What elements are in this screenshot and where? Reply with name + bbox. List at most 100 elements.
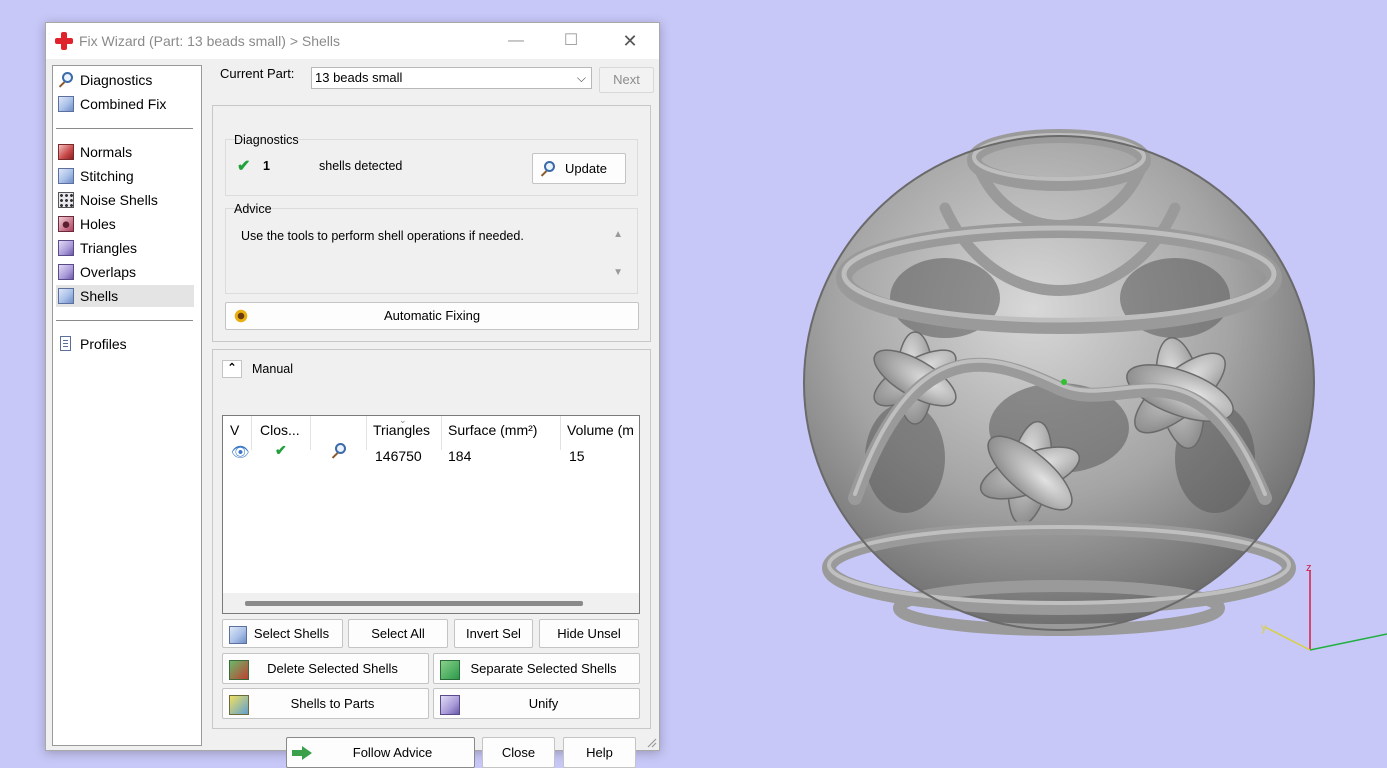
fix-wizard-window: Fix Wizard (Part: 13 beads small) > Shel…	[45, 22, 660, 768]
next-button[interactable]: Next	[599, 67, 654, 93]
stitching-cube-icon	[58, 168, 74, 184]
col-visible[interactable]: V	[230, 422, 239, 438]
delete-selected-shells-button[interactable]: Delete Selected Shells	[222, 653, 429, 684]
row-volume: 15	[569, 448, 585, 464]
delete-selected-label: Delete Selected Shells	[267, 661, 398, 676]
automatic-fixing-button[interactable]: Automatic Fixing	[225, 302, 639, 330]
col-volume[interactable]: Volume (m	[567, 422, 634, 438]
shells-cube-icon	[58, 288, 74, 304]
cube-icon	[58, 96, 74, 112]
unify-label: Unify	[528, 696, 559, 711]
unify-button[interactable]: Unify	[433, 688, 640, 719]
update-label: Update	[565, 161, 607, 176]
nav-label-holes: Holes	[80, 216, 116, 232]
triangles-cube-icon	[58, 240, 74, 256]
advice-title: Advice	[234, 202, 272, 216]
scrollbar-thumb[interactable]	[245, 601, 583, 606]
holes-cube-icon	[58, 216, 74, 232]
unify-cube-icon	[440, 694, 460, 715]
nav-item-triangles[interactable]: Triangles	[56, 237, 194, 259]
row-triangles: 146750	[375, 448, 422, 464]
separate-selected-shells-button[interactable]: Separate Selected Shells	[433, 653, 640, 684]
nav-label-profiles: Profiles	[80, 336, 127, 352]
axis-triad: z y	[1255, 560, 1387, 660]
chevron-down-icon: ⌵	[576, 71, 586, 85]
current-part-select[interactable]: 13 beads small ⌵	[311, 67, 592, 89]
nav-item-overlaps[interactable]: Overlaps	[56, 261, 194, 283]
manual-title: Manual	[252, 362, 293, 376]
select-shells-label: Select Shells	[253, 626, 330, 641]
resize-grip-icon[interactable]	[645, 736, 657, 748]
horizontal-scrollbar[interactable]	[223, 593, 639, 613]
axis-z-label: z	[1306, 562, 1312, 574]
nav-divider	[56, 320, 193, 321]
nav-label-triangles: Triangles	[80, 240, 138, 256]
nav-label-overlaps: Overlaps	[80, 264, 137, 280]
current-part-value: 13 beads small	[315, 70, 403, 85]
magnifier-icon	[58, 72, 74, 88]
advice-text: Use the tools to perform shell operation…	[241, 229, 524, 243]
separate-icon	[440, 659, 460, 680]
follow-advice-button[interactable]: Follow Advice	[286, 737, 475, 768]
close-button[interactable]: Close	[482, 737, 555, 768]
shells-to-parts-icon	[229, 694, 249, 715]
eye-icon[interactable]: 👁	[231, 443, 250, 461]
nav-label-combined-fix: Combined Fix	[80, 96, 167, 112]
row-surface: 184	[448, 448, 472, 464]
overlaps-cube-icon	[58, 264, 74, 280]
shells-to-parts-button[interactable]: Shells to Parts	[222, 688, 429, 719]
bead-3d-model[interactable]	[795, 128, 1323, 638]
shells-detected-text: shells detected	[319, 159, 403, 173]
nav-item-normals[interactable]: Normals	[56, 141, 194, 163]
nav-item-diagnostics[interactable]: Diagnostics	[56, 69, 194, 91]
advice-box: Advice Use the tools to perform shell op…	[225, 202, 638, 294]
sort-chevron-icon: ⌄	[399, 415, 407, 425]
maximize-button[interactable]: ☐	[552, 27, 590, 55]
scroll-up-icon[interactable]: ▲	[613, 229, 623, 240]
nav-label-noise-shells: Noise Shells	[80, 192, 158, 208]
shells-to-parts-label: Shells to Parts	[290, 696, 375, 711]
hide-unsel-button[interactable]: Hide Unsel	[539, 619, 639, 648]
close-window-button[interactable]: ✕	[611, 27, 649, 55]
title-bar[interactable]: Fix Wizard (Part: 13 beads small) > Shel…	[46, 23, 659, 59]
nav-item-holes[interactable]: Holes	[56, 213, 194, 235]
update-button[interactable]: Update	[532, 153, 626, 184]
magnifier-icon	[539, 160, 557, 178]
nav-label-diagnostics: Diagnostics	[80, 72, 153, 88]
col-closed[interactable]: Clos...	[260, 422, 300, 438]
scroll-down-icon[interactable]: ▼	[613, 267, 623, 278]
nav-item-stitching[interactable]: Stitching	[56, 165, 194, 187]
help-button[interactable]: Help	[563, 737, 636, 768]
col-surface[interactable]: Surface (mm²)	[448, 422, 537, 438]
closed-check-icon: ✔	[275, 442, 287, 458]
noise-cube-icon	[58, 192, 74, 208]
select-all-button[interactable]: Select All	[348, 619, 448, 648]
wizard-nav-list: Diagnostics Combined Fix Normals Stitchi…	[52, 65, 202, 746]
nav-item-noise-shells[interactable]: Noise Shells	[56, 189, 194, 211]
nav-label-stitching: Stitching	[80, 168, 134, 184]
nav-label-normals: Normals	[80, 144, 133, 160]
collapse-up-icon[interactable]: ⌃	[222, 360, 242, 378]
document-icon	[60, 336, 71, 351]
delete-cube-icon	[229, 659, 249, 680]
sunflower-icon	[232, 307, 250, 325]
select-cube-icon	[229, 625, 247, 644]
minimize-button[interactable]: —	[497, 27, 535, 55]
nav-item-profiles[interactable]: Profiles	[56, 333, 194, 355]
automatic-fixing-label: Automatic Fixing	[383, 308, 481, 323]
select-shells-button[interactable]: Select Shells	[222, 619, 343, 648]
shell-count: 1	[263, 159, 270, 173]
check-icon: ✔	[237, 158, 251, 175]
nav-item-shells[interactable]: Shells	[56, 285, 194, 307]
normals-cube-icon	[58, 144, 74, 160]
diagnostics-group: Diagnostics ✔ 1 shells detected Update A…	[212, 105, 651, 342]
diagnostics-box: Diagnostics ✔ 1 shells detected Update	[225, 133, 638, 196]
nav-item-combined-fix[interactable]: Combined Fix	[56, 93, 194, 115]
magnifier-icon[interactable]	[331, 443, 347, 459]
diagnostics-title: Diagnostics	[234, 133, 299, 147]
follow-advice-label: Follow Advice	[352, 745, 433, 760]
invert-sel-button[interactable]: Invert Sel	[454, 619, 533, 648]
window-title: Fix Wizard (Part: 13 beads small) > Shel…	[79, 33, 341, 49]
separate-selected-label: Separate Selected Shells	[470, 661, 617, 676]
axis-y-label: y	[1261, 622, 1267, 634]
